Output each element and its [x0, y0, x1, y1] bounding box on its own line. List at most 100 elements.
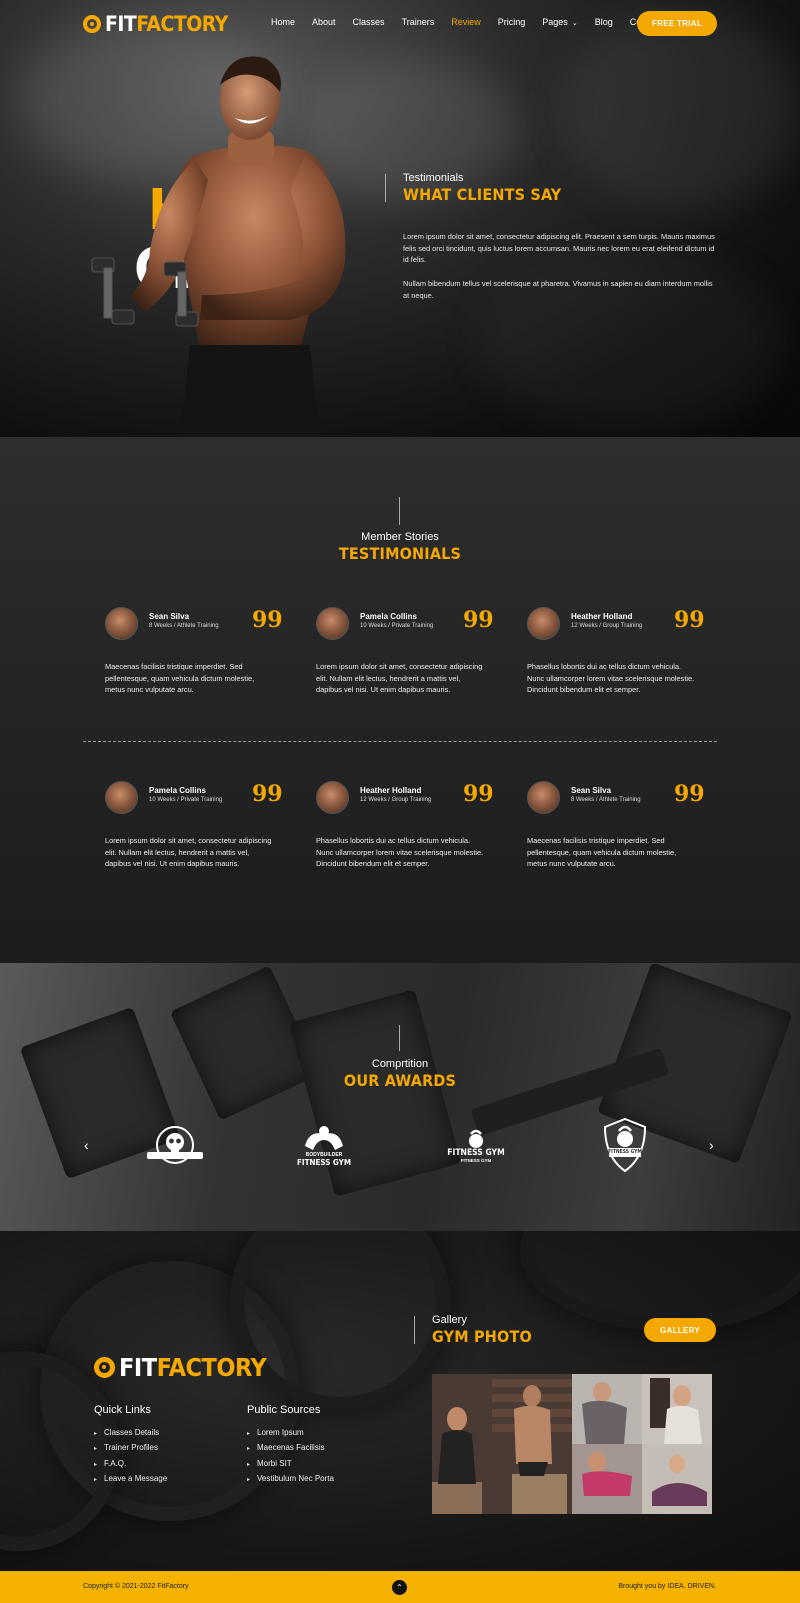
smoke-decoration	[480, 250, 780, 430]
award-caption: FITNESS GYM	[608, 1149, 642, 1155]
logo-word-fit: FIT	[105, 12, 137, 36]
award-logo: FITNESS GYM	[601, 1117, 649, 1173]
quote-icon: 99	[674, 607, 705, 633]
award-logo	[145, 1117, 205, 1173]
quote-icon: 99	[674, 781, 705, 807]
hero-paragraph-1: Lorem ipsum dolor sit amet, consectetur …	[403, 232, 715, 264]
awards-title: OUR AWARDS	[343, 1071, 457, 1090]
testimonial-meta: 8 Weeks / Athlete Training	[571, 797, 641, 803]
gallery-photo[interactable]	[572, 1444, 712, 1514]
testimonial-name: Pamela Collins	[360, 612, 417, 621]
nav-blog[interactable]: Blog	[595, 17, 613, 27]
gallery-photo[interactable]	[572, 1374, 712, 1444]
footer-link-lorem-ipsum[interactable]: Lorem Ipsum	[247, 1426, 334, 1441]
testimonial-name: Sean Silva	[149, 612, 190, 621]
brand-logo[interactable]: FIT FACTORY	[83, 12, 228, 36]
quick-links-list: Classes Details Trainer Profiles F.A.Q. …	[94, 1426, 167, 1487]
logo-word-fit: FIT	[119, 1353, 157, 1382]
testimonial-text: Maecenas facilisis tristique imperdiet. …	[105, 662, 255, 694]
carousel-prev-arrow[interactable]: ‹	[84, 1137, 89, 1153]
footer-link-maecenas[interactable]: Maecenas Facilisis	[247, 1441, 334, 1456]
nav-pages-label: Pages	[542, 17, 568, 27]
award-logo: FITNESS GYM FITNESS GYM	[447, 1117, 505, 1173]
chevron-down-icon: ⌄	[571, 20, 578, 27]
footer-brand-logo[interactable]: FIT FACTORY	[94, 1353, 267, 1382]
chevron-up-icon: ⌃	[396, 1583, 403, 1592]
footer-link-trainer-profiles[interactable]: Trainer Profiles	[94, 1441, 167, 1456]
hero-title: WHAT CLIENTS SAY	[403, 185, 562, 204]
hero-athlete-image	[91, 56, 346, 437]
quote-icon: 99	[463, 781, 494, 807]
skull-badge-icon	[147, 1126, 203, 1164]
avatar	[105, 607, 138, 640]
footer-link-morbi[interactable]: Morbi SIT	[247, 1457, 334, 1472]
nav-pages[interactable]: Pages ⌄	[542, 17, 577, 27]
quick-links-heading: Quick Links	[94, 1404, 151, 1416]
free-trial-button[interactable]: FREE TRIAL	[637, 11, 717, 36]
testimonials-subtitle: Member Stories	[361, 531, 439, 543]
avatar	[316, 781, 349, 814]
logo-ring-icon	[83, 15, 101, 33]
heading-divider	[385, 174, 386, 202]
testimonial-meta: 12 Weeks / Group Training	[360, 797, 432, 803]
avatar	[316, 607, 349, 640]
heading-divider	[399, 1025, 400, 1051]
testimonial-meta: 8 Weeks / Athlete Training	[149, 623, 219, 629]
testimonial-text: Phasellus lobortis dui ac tellus dictum …	[527, 662, 695, 694]
avatar	[527, 607, 560, 640]
kettlebell-shield-icon	[603, 1117, 647, 1173]
public-sources-heading: Public Sources	[247, 1404, 321, 1416]
footer-link-faq[interactable]: F.A.Q.	[94, 1457, 167, 1472]
gallery-subtitle: Gallery	[432, 1314, 467, 1326]
footer-link-vestibulum[interactable]: Vestibulum Nec Porta	[247, 1472, 334, 1487]
testimonials-title: TESTIMONIALS	[338, 544, 462, 563]
gallery-photo-image	[572, 1444, 712, 1514]
nav-about[interactable]: About	[312, 17, 336, 27]
footer-link-classes-details[interactable]: Classes Details	[94, 1426, 167, 1441]
hero-section: HA CL	[0, 0, 800, 437]
carousel-next-arrow[interactable]: ›	[709, 1137, 714, 1153]
testimonial-meta: 12 Weeks / Group Training	[571, 623, 643, 629]
gallery-photo[interactable]	[432, 1374, 572, 1514]
nav-trainers[interactable]: Trainers	[402, 17, 435, 27]
bodybuilder-badge-icon	[305, 1125, 343, 1150]
award-caption: FITNESS GYM	[460, 1157, 492, 1163]
testimonial-name: Pamela Collins	[149, 786, 206, 795]
testimonial-meta: 10 Weeks / Private Training	[360, 623, 434, 629]
logo-word-factory: FACTORY	[156, 1353, 267, 1382]
kettlebell-badge-icon	[469, 1129, 483, 1148]
testimonial-text: Maecenas facilisis tristique imperdiet. …	[527, 836, 677, 868]
testimonials-section	[0, 437, 800, 963]
testimonial-meta: 10 Weeks / Private Training	[149, 797, 223, 803]
award-caption: FITNESS GYM	[296, 1157, 352, 1167]
avatar	[527, 781, 560, 814]
hero-subtitle: Testimonials	[403, 172, 464, 184]
section-divider	[83, 741, 717, 742]
testimonial-text: Lorem ipsum dolor sit amet, consectetur …	[105, 836, 272, 868]
credit-text: Brought you by IDEA. DRIVEN.	[618, 1583, 716, 1590]
quote-icon: 99	[252, 781, 283, 807]
logo-word-factory: FACTORY	[136, 12, 228, 36]
nav-pricing[interactable]: Pricing	[498, 17, 526, 27]
gallery-button[interactable]: GALLERY	[644, 1318, 716, 1342]
footer-link-leave-message[interactable]: Leave a Message	[94, 1472, 167, 1487]
nav-review[interactable]: Review	[451, 17, 481, 27]
hero-paragraph-2: Nullam bibendum tellus vel scelerisque a…	[403, 279, 713, 300]
gallery-title: GYM PHOTO	[432, 1327, 532, 1346]
back-to-top-button[interactable]: ⌃	[392, 1580, 407, 1595]
awards-section	[0, 963, 800, 1231]
copyright-text: Copyright © 2021-2022 FitFactory	[83, 1583, 189, 1590]
top-navigation: FIT FACTORY Home About Classes Trainers R…	[0, 0, 800, 46]
nav-classes[interactable]: Classes	[353, 17, 385, 27]
weight-plate-background	[520, 1231, 800, 1331]
nav-home[interactable]: Home	[271, 17, 295, 27]
testimonial-name: Sean Silva	[571, 786, 612, 795]
public-sources-list: Lorem Ipsum Maecenas Facilisis Morbi SIT…	[247, 1426, 334, 1487]
quote-icon: 99	[463, 607, 494, 633]
testimonial-name: Heather Holland	[571, 612, 633, 621]
testimonial-text: Phasellus lobortis dui ac tellus dictum …	[316, 836, 484, 868]
testimonial-name: Heather Holland	[360, 786, 422, 795]
awards-subtitle: Comprtition	[371, 1058, 429, 1070]
logo-ring-icon	[94, 1357, 115, 1378]
main-menu: Home About Classes Trainers Review Prici…	[271, 17, 678, 27]
